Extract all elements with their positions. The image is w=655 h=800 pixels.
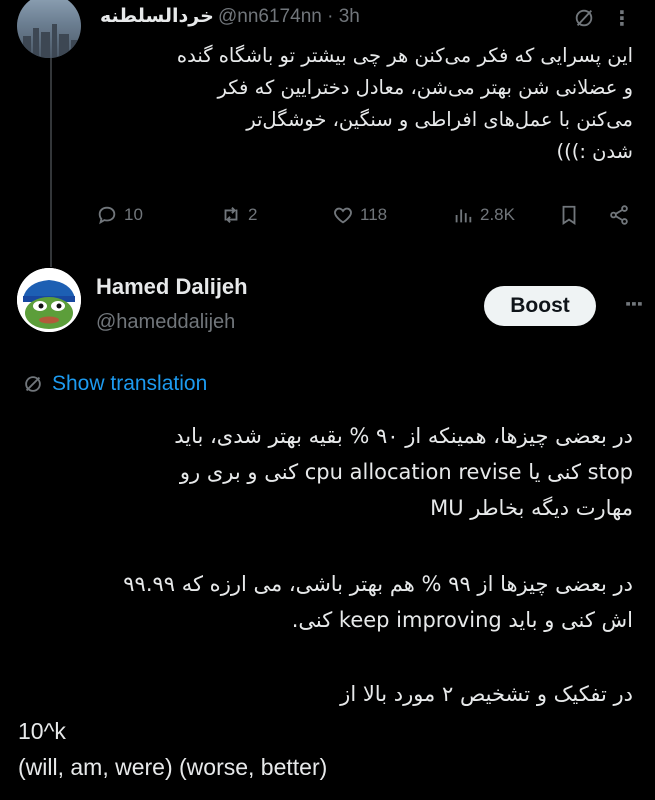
tweet1-display-name[interactable]: خردالسلطنه [100, 5, 214, 27]
thread-connector-line [50, 56, 52, 267]
repost-icon [224, 207, 238, 223]
reply-button[interactable]: 10 [96, 204, 143, 226]
tweet2-line: در بعضی چیزها، همینکه از ۹۰ % بقیه بهتر … [174, 424, 633, 448]
tweet1-line: این پسرایی که فکر می‌کنن هر چی بیشتر تو … [176, 44, 633, 67]
tweet2-line: اش کنی و باید keep improving کنی. [291, 608, 633, 632]
heart-icon [334, 207, 352, 224]
tweet2-line: در بعضی چیزها از ۹۹ % هم بهتر باشی، می ا… [123, 572, 633, 596]
translate-icon [25, 376, 41, 392]
avatar-hameddalijeh[interactable] [17, 268, 81, 332]
bookmark-icon [562, 205, 576, 225]
tweet1-text: این پسرایی که فکر می‌کنن هر چی بیشتر تو … [96, 40, 633, 168]
grok-icon[interactable] [573, 7, 595, 29]
avatar-nn6174nn[interactable] [17, 0, 81, 58]
tweet1-line: می‌کنن با عمل‌های افراطی و سنگین، خوشگل‌… [246, 108, 633, 131]
tweet2-paragraph-3: در تفکیک و تشخیص ۲ مورد بالا از [18, 676, 633, 712]
boost-button[interactable]: Boost [484, 286, 596, 326]
like-count: 118 [360, 205, 388, 224]
tweet1-actions: 10 2 118 2.8K [96, 204, 639, 234]
tweet2-tuple-line: (will, am, were) (worse, better) [18, 754, 328, 780]
more-options-icon[interactable]: ⋮ [612, 6, 632, 30]
reply-icon [98, 206, 116, 225]
tweet1-line: شدن :))) [556, 140, 634, 163]
tweet1-handle-time[interactable]: @nn6174nn · 3h [218, 6, 360, 28]
tweet2-line: stop کنی یا cpu allocation revise کنی و … [179, 460, 633, 484]
tweet2-line: در تفکیک و تشخیص ۲ مورد بالا از [340, 682, 633, 706]
views-button[interactable]: 2.8K [452, 204, 515, 226]
tweet2-formula: 10^k [18, 718, 66, 744]
repost-count: 2 [248, 205, 258, 224]
like-button[interactable]: 118 [332, 204, 387, 226]
repost-button[interactable]: 2 [220, 204, 257, 226]
tweet1-header: خردالسلطنه @nn6174nn · 3h ⋮ [100, 3, 635, 33]
share-icon [610, 205, 628, 225]
tweet2-line: مهارت دیگه بخاطر MU [430, 496, 633, 520]
tweet2-paragraph-2: در بعضی چیزها از ۹۹ % هم بهتر باشی، می ا… [18, 566, 633, 638]
tweet2-handle[interactable]: @hameddalijeh [96, 311, 235, 334]
tweet1-line: و عضلانی شن بهتر می‌شن، معادل دخترایین ک… [217, 76, 633, 99]
more-options-icon[interactable]: ⋮ [622, 294, 646, 311]
tweet2-display-name[interactable]: Hamed Dalijeh [96, 274, 248, 300]
show-translation-label: Show translation [52, 372, 208, 395]
show-translation-link[interactable]: Show translation [22, 372, 207, 396]
bookmark-button[interactable] [558, 204, 580, 226]
share-button[interactable] [608, 204, 630, 226]
views-icon [455, 209, 472, 223]
reply-count: 10 [124, 205, 143, 224]
view-count: 2.8K [480, 205, 515, 224]
tweet2-paragraph-1: در بعضی چیزها، همینکه از ۹۰ % بقیه بهتر … [18, 418, 633, 526]
